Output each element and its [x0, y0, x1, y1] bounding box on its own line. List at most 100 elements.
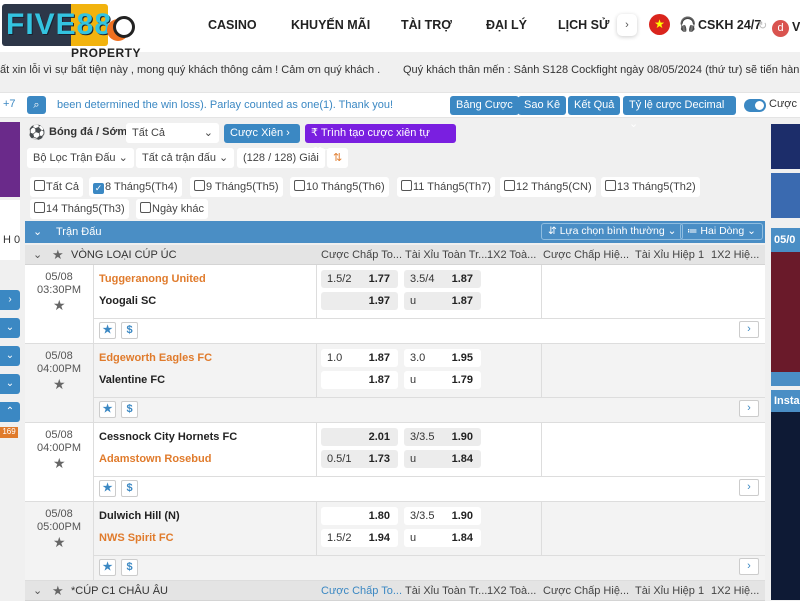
promo-banner[interactable] — [0, 122, 20, 197]
odds-cell[interactable]: u 1.84 — [404, 529, 481, 547]
date-filter-checkbox[interactable]: ✓ 8 Tháng5(Th4) — [89, 177, 182, 197]
date-filter-checkbox[interactable]: 13 Tháng5(Th2) — [601, 177, 700, 197]
sort-icon[interactable]: ⇅ — [327, 148, 349, 168]
column-header[interactable]: Cược Chấp Hiệ... — [543, 585, 629, 597]
statement-button[interactable]: Sao Kê — [518, 96, 567, 115]
favorite-star-icon[interactable]: ★ — [99, 559, 116, 576]
column-header[interactable]: Tài Xỉu Toàn Tr... — [405, 249, 487, 261]
nav-casino[interactable]: CASINO — [208, 18, 257, 32]
view-select[interactable]: ≔ Hai Dòng ⌄ — [680, 223, 763, 240]
promo-thumb-new[interactable] — [771, 173, 800, 218]
column-header[interactable]: Tài Xỉu Hiệp 1 — [635, 249, 704, 261]
star-icon[interactable]: ★ — [53, 376, 66, 393]
dollar-icon[interactable]: $ — [121, 322, 138, 339]
sort-select[interactable]: ⇵ Lựa chọn bình thường ⌄ — [541, 223, 684, 240]
column-header[interactable]: Tài Xỉu Toàn Tr... — [405, 585, 487, 597]
promo-thumb[interactable] — [771, 124, 800, 169]
auto-parlay-button[interactable]: ₹ Trình tạo cược xiên tự động — [305, 124, 456, 158]
date-filter-checkbox[interactable]: 12 Tháng5(CN) — [500, 177, 596, 197]
dollar-icon[interactable]: $ — [121, 480, 138, 497]
toggle-switch[interactable] — [744, 99, 766, 112]
nav-sponsor[interactable]: TÀI TRỢ — [401, 18, 452, 32]
odds-type-select[interactable]: Tỷ lệ cược Decimal ⌄ — [623, 96, 736, 130]
away-team[interactable]: Valentine FC — [99, 374, 165, 386]
star-icon[interactable]: ★ — [53, 534, 66, 551]
more-bets-chevron-icon[interactable]: › — [739, 479, 759, 496]
expand-button[interactable]: › — [0, 290, 20, 310]
dollar-icon[interactable]: $ — [121, 559, 138, 576]
collapse-button[interactable]: ⌄ — [0, 374, 20, 394]
odds-cell[interactable]: 1.5/2 1.77 — [321, 270, 398, 288]
more-bets-chevron-icon[interactable]: › — [739, 558, 759, 575]
refresh-icon[interactable]: ↻ — [758, 19, 767, 32]
column-header[interactable]: Cược Chấp To... — [321, 585, 402, 597]
column-header[interactable]: 1X2 Toà... — [487, 585, 536, 597]
favorite-star-icon[interactable]: ★ — [99, 401, 116, 418]
support-link[interactable]: CSKH 24/7 — [698, 18, 761, 32]
date-filter-checkbox[interactable]: 10 Tháng5(Th6) — [290, 177, 389, 197]
home-team[interactable]: Cessnock City Hornets FC — [99, 431, 237, 443]
odds-cell[interactable]: 3.0 1.95 — [404, 349, 481, 367]
bet-list-button[interactable]: Bảng Cược — [450, 96, 519, 115]
odds-cell[interactable]: 3.5/4 1.87 — [404, 270, 481, 288]
game-banner[interactable] — [771, 412, 800, 600]
username[interactable]: V — [792, 20, 800, 34]
odds-cell[interactable]: 2.01 — [321, 428, 398, 446]
results-button[interactable]: Kết Quả — [568, 96, 621, 115]
odds-cell[interactable]: 1.5/2 1.94 — [321, 529, 398, 547]
more-bets-chevron-icon[interactable]: › — [739, 321, 759, 338]
odds-cell[interactable]: 3/3.5 1.90 — [404, 428, 481, 446]
away-team[interactable]: NWS Spirit FC — [99, 532, 174, 544]
nav-history[interactable]: LỊCH SỬ — [558, 18, 609, 32]
column-header[interactable]: Cược Chấp To... — [321, 249, 402, 261]
date-filter-checkbox[interactable]: 9 Tháng5(Th5) — [190, 177, 283, 197]
home-team[interactable]: Tuggeranong United — [99, 273, 206, 285]
column-header[interactable]: Cược Chấp Hiệ... — [543, 249, 629, 261]
nav-promotions[interactable]: KHUYẾN MÃI — [291, 18, 370, 32]
odds-cell[interactable]: 1.0 1.87 — [321, 349, 398, 367]
odds-cell[interactable]: 1.97 — [321, 292, 398, 310]
column-header[interactable]: 1X2 Hiệ... — [711, 585, 759, 597]
vietnam-flag-icon[interactable]: ★ — [649, 14, 670, 35]
favorite-star-icon[interactable]: ★ — [99, 480, 116, 497]
date-filter-checkbox[interactable]: 14 Tháng5(Th3) — [30, 199, 129, 219]
chevron-down-icon[interactable]: ⌄ — [33, 584, 42, 597]
odds-cell[interactable]: 3/3.5 1.90 — [404, 507, 481, 525]
column-header[interactable]: Tài Xỉu Hiệp 1 — [635, 585, 704, 597]
column-header[interactable]: 1X2 Toà... — [487, 249, 536, 261]
parlay-button[interactable]: Cược Xiên › — [224, 124, 300, 143]
odds-cell[interactable]: u 1.84 — [404, 450, 481, 468]
odds-cell[interactable]: 0.5/1 1.73 — [321, 450, 398, 468]
odds-cell[interactable]: 1.80 — [321, 507, 398, 525]
column-header[interactable]: 1X2 Hiệ... — [711, 249, 759, 261]
star-icon[interactable]: ★ — [53, 455, 66, 472]
match-promo[interactable]: 05/0 — [771, 228, 800, 386]
logo[interactable]: FIVE88 — [2, 4, 111, 46]
market-select[interactable]: Tất Cả ⌄ — [126, 123, 219, 143]
search-icon[interactable]: ⌕ — [27, 96, 46, 114]
odds-cell[interactable]: u 1.79 — [404, 371, 481, 389]
expand-up-button[interactable]: ⌃ — [0, 402, 20, 422]
dollar-icon[interactable]: $ — [121, 401, 138, 418]
collapse-all-icon[interactable]: ⌄ — [33, 225, 42, 238]
all-matches-select[interactable]: Tất cả trận đấu ⌄ — [136, 148, 235, 168]
match-filter-select[interactable]: Bộ Lọc Trận Đấu ⌄ — [27, 148, 134, 168]
more-bets-chevron-icon[interactable]: › — [739, 400, 759, 417]
away-team[interactable]: Adamstown Rosebud — [99, 453, 211, 465]
date-filter-checkbox[interactable]: Tất Cả — [30, 177, 84, 197]
home-team[interactable]: Edgeworth Eagles FC — [99, 352, 212, 364]
date-filter-checkbox[interactable]: 11 Tháng5(Th7) — [397, 177, 495, 197]
avatar[interactable]: d — [772, 20, 789, 37]
star-icon[interactable]: ★ — [52, 247, 64, 263]
nav-agent[interactable]: ĐẠI LÝ — [486, 18, 527, 32]
nav-next-icon[interactable]: › — [617, 14, 637, 36]
odds-cell[interactable]: u 1.87 — [404, 292, 481, 310]
star-icon[interactable]: ★ — [53, 297, 66, 314]
collapse-button[interactable]: ⌄ — [0, 318, 20, 338]
chevron-down-icon[interactable]: ⌄ — [33, 248, 42, 261]
odds-cell[interactable]: 1.87 — [321, 371, 398, 389]
away-team[interactable]: Yoogali SC — [99, 295, 156, 307]
star-icon[interactable]: ★ — [52, 583, 64, 599]
league-row[interactable]: ⌄ ★ VÒNG LOẠI CÚP ÚC Cược Chấp To... Tài … — [25, 245, 765, 265]
home-team[interactable]: Dulwich Hill (N) — [99, 510, 180, 522]
